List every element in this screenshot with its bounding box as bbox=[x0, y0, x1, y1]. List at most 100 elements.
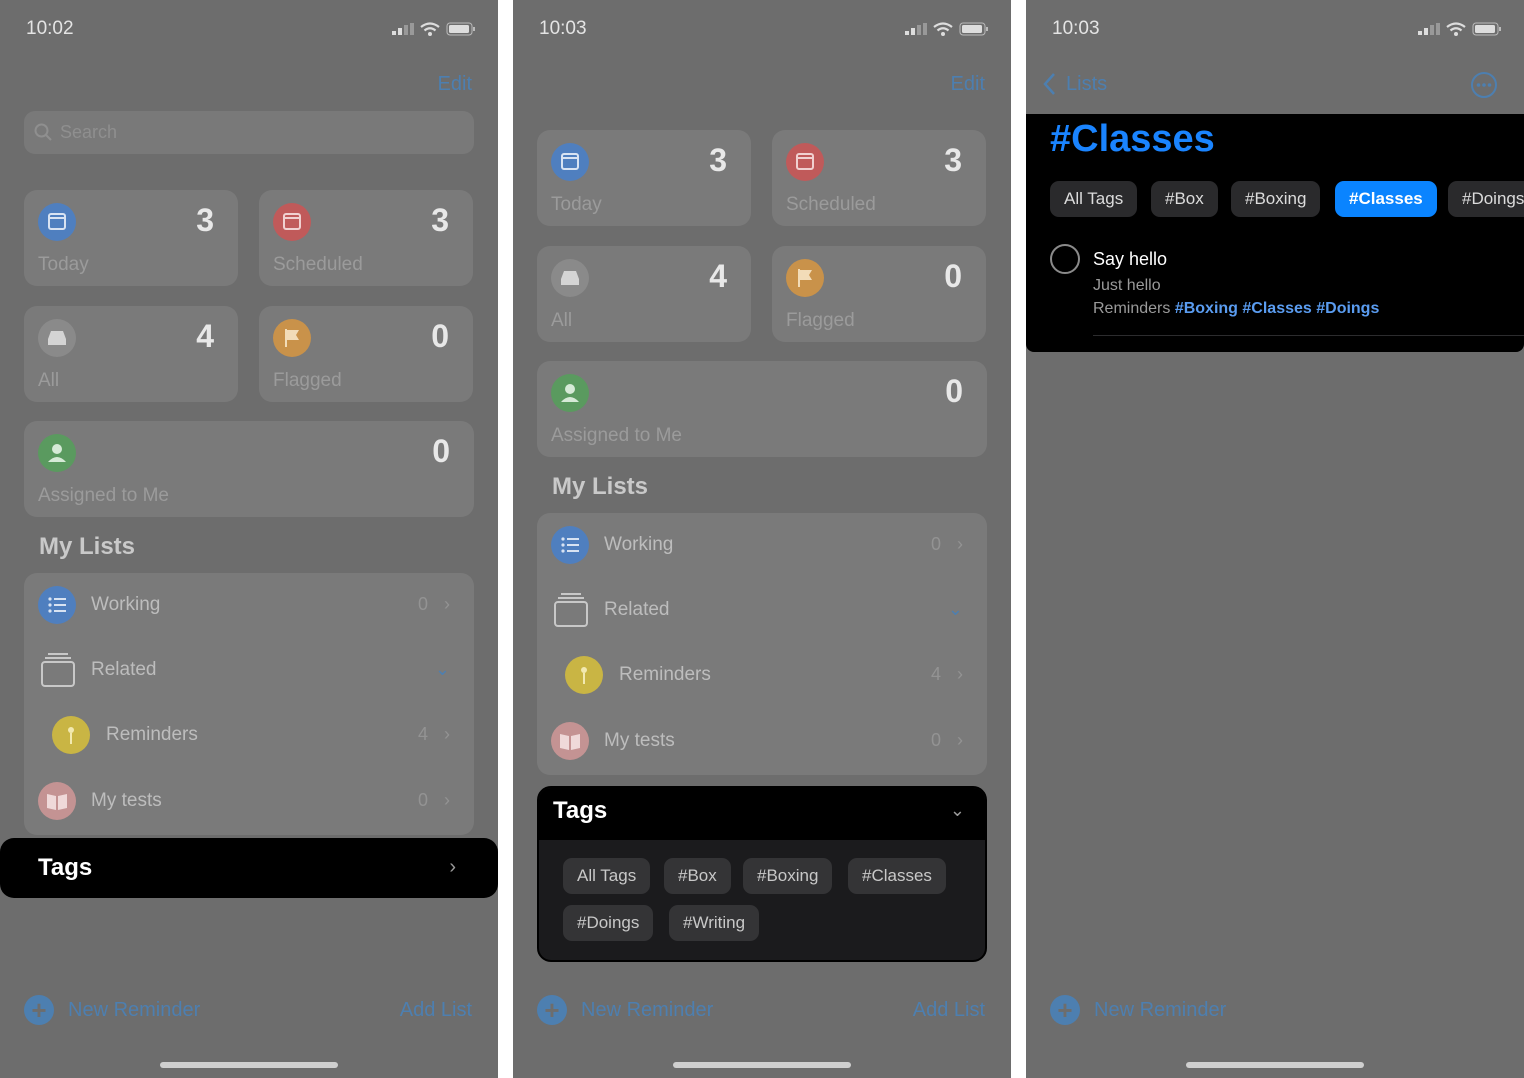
list-item-reminders[interactable]: Reminders 4 › bbox=[24, 703, 474, 767]
chevron-down-icon[interactable]: ⌄ bbox=[948, 599, 963, 620]
status-time: 10:03 bbox=[539, 18, 587, 39]
signal-icon bbox=[392, 23, 414, 35]
scheduled-count: 3 bbox=[431, 202, 449, 238]
flagged-label: Flagged bbox=[273, 370, 342, 391]
tag-chip-boxing[interactable]: #Boxing bbox=[1231, 181, 1321, 217]
today-label: Today bbox=[38, 254, 89, 275]
list-count-working: 0 bbox=[417, 594, 428, 614]
new-reminder-button[interactable]: + New Reminder bbox=[1050, 995, 1226, 1025]
book-icon bbox=[38, 782, 76, 820]
card-flagged[interactable]: 0 Flagged bbox=[772, 246, 986, 342]
chevron-down-icon[interactable]: ⌄ bbox=[435, 659, 450, 680]
status-bar: 10:02 bbox=[0, 18, 498, 44]
battery-icon bbox=[446, 22, 475, 36]
list-bullet-icon bbox=[38, 586, 76, 624]
list-label-my-tests: My tests bbox=[91, 790, 162, 811]
tags-header[interactable]: Tags ⌄ bbox=[539, 788, 985, 840]
reminder-title[interactable]: Say hello bbox=[1093, 249, 1167, 270]
person-icon bbox=[38, 434, 76, 472]
list-item-working[interactable]: Working 0 › bbox=[537, 513, 987, 577]
list-label-working: Working bbox=[604, 534, 674, 555]
chevron-right-icon: › bbox=[444, 790, 450, 810]
list-item-my-tests[interactable]: My tests 0 › bbox=[24, 769, 474, 833]
list-count-reminders: 4 bbox=[417, 724, 428, 744]
tag-chip-boxing[interactable]: #Boxing bbox=[743, 858, 833, 894]
list-item-working[interactable]: Working 0 › bbox=[24, 573, 474, 637]
edit-button[interactable]: Edit bbox=[438, 73, 472, 96]
chevron-right-icon: › bbox=[449, 856, 456, 878]
list-label-reminders: Reminders bbox=[106, 724, 198, 745]
card-scheduled[interactable]: 3 Scheduled bbox=[772, 130, 986, 226]
complete-checkbox[interactable] bbox=[1050, 244, 1080, 274]
chevron-right-icon: › bbox=[957, 534, 963, 554]
calendar-scheduled-icon bbox=[273, 203, 311, 241]
tag-chip-all-tags[interactable]: All Tags bbox=[1050, 181, 1138, 217]
list-count-my-tests: 0 bbox=[930, 730, 941, 750]
assigned-count: 0 bbox=[432, 433, 450, 469]
status-icons bbox=[1418, 22, 1502, 36]
new-reminder-button[interactable]: + New Reminder bbox=[537, 995, 713, 1025]
reminder-tag[interactable]: #Doings bbox=[1316, 300, 1379, 317]
pin-icon bbox=[565, 656, 603, 694]
tag-chip-classes-selected[interactable]: #Classes bbox=[1335, 181, 1437, 217]
list-item-related[interactable]: Related ⌄ bbox=[24, 638, 474, 702]
tag-chip-box[interactable]: #Box bbox=[1151, 181, 1218, 217]
all-label: All bbox=[38, 370, 60, 391]
assigned-label: Assigned to Me bbox=[38, 485, 169, 506]
wifi-icon bbox=[1446, 22, 1466, 36]
tag-chip-classes[interactable]: #Classes bbox=[848, 858, 946, 894]
edit-button[interactable]: Edit bbox=[951, 73, 985, 96]
add-list-button[interactable]: Add List bbox=[913, 999, 985, 1022]
card-all[interactable]: 4 All bbox=[537, 246, 751, 342]
list-item-my-tests[interactable]: My tests 0 › bbox=[537, 709, 987, 773]
home-indicator bbox=[160, 1062, 338, 1068]
list-count-reminders: 4 bbox=[930, 664, 941, 684]
flag-icon bbox=[273, 319, 311, 357]
list-label-working: Working bbox=[91, 594, 161, 615]
search-field[interactable]: Search bbox=[24, 111, 474, 154]
back-button[interactable]: Lists bbox=[1042, 72, 1107, 96]
plus-circle-icon: + bbox=[24, 995, 54, 1025]
today-count: 3 bbox=[196, 202, 214, 238]
assigned-label: Assigned to Me bbox=[551, 425, 682, 446]
flagged-count: 0 bbox=[944, 258, 962, 294]
list-label-related: Related bbox=[604, 599, 670, 620]
card-today[interactable]: 3 Today bbox=[537, 130, 751, 226]
flag-icon bbox=[786, 259, 824, 297]
card-all[interactable]: 4 All bbox=[24, 306, 238, 402]
card-scheduled[interactable]: 3 Scheduled bbox=[259, 190, 473, 286]
plus-circle-icon: + bbox=[537, 995, 567, 1025]
my-lists: Working 0 › Related ⌄ Reminders 4 › My t… bbox=[24, 573, 474, 835]
tag-chip-writing[interactable]: #Writing bbox=[669, 905, 760, 941]
group-stack-icon bbox=[553, 592, 589, 635]
new-reminder-label: New Reminder bbox=[68, 998, 201, 1021]
reminder-tag[interactable]: #Boxing bbox=[1175, 300, 1238, 317]
tags-label: Tags bbox=[38, 854, 93, 881]
tag-chip-doings[interactable]: #Doings bbox=[1448, 181, 1524, 217]
tag-chip-box[interactable]: #Box bbox=[664, 858, 731, 894]
card-assigned[interactable]: 0 Assigned to Me bbox=[537, 361, 987, 457]
tag-chip-all-tags[interactable]: All Tags bbox=[563, 858, 651, 894]
card-flagged[interactable]: 0 Flagged bbox=[259, 306, 473, 402]
my-lists-heading: My Lists bbox=[39, 533, 136, 560]
list-item-reminders[interactable]: Reminders 4 › bbox=[537, 643, 987, 707]
signal-icon bbox=[1418, 23, 1440, 35]
tag-chip-doings[interactable]: #Doings bbox=[563, 905, 654, 941]
person-icon bbox=[551, 374, 589, 412]
tray-icon bbox=[38, 319, 76, 357]
flagged-count: 0 bbox=[431, 318, 449, 354]
card-today[interactable]: 3 Today bbox=[24, 190, 238, 286]
more-button[interactable] bbox=[1470, 71, 1498, 104]
tags-row[interactable]: Tags › bbox=[0, 838, 498, 898]
add-list-button[interactable]: Add List bbox=[400, 999, 472, 1022]
reminder-tag[interactable]: #Classes bbox=[1242, 300, 1311, 317]
battery-icon bbox=[1472, 22, 1501, 36]
chevron-right-icon: › bbox=[957, 664, 963, 684]
back-label: Lists bbox=[1066, 72, 1108, 95]
card-assigned[interactable]: 0 Assigned to Me bbox=[24, 421, 474, 517]
divider bbox=[1093, 335, 1524, 336]
home-indicator bbox=[673, 1062, 851, 1068]
list-item-related[interactable]: Related ⌄ bbox=[537, 578, 987, 642]
my-lists-heading: My Lists bbox=[552, 473, 649, 500]
new-reminder-button[interactable]: + New Reminder bbox=[24, 995, 200, 1025]
